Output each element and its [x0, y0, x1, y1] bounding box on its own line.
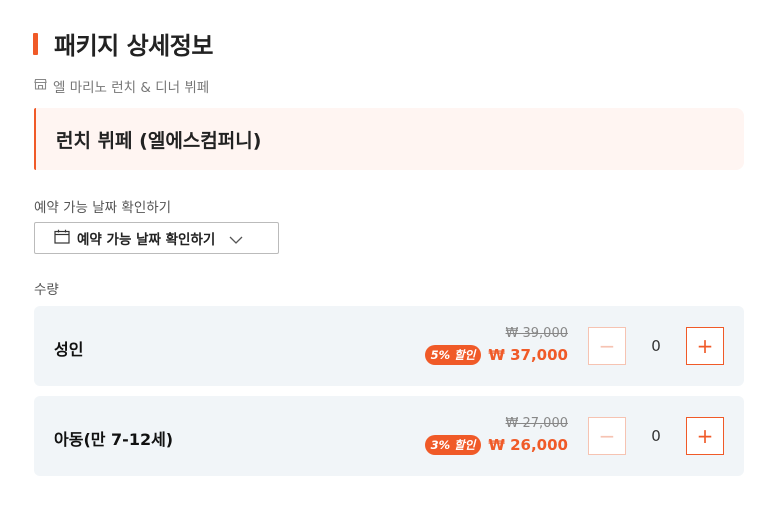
date-button-label: 예약 가능 날짜 확인하기: [77, 232, 216, 248]
price-block: ₩ 39,000 5% 할인 ₩ 37,000: [424, 326, 568, 365]
title-accent-bar: [33, 32, 38, 55]
sale-line: 3% 할인 ₩ 26,000: [424, 435, 568, 455]
decrease-adult-button[interactable]: −: [588, 327, 626, 365]
adult-quantity-value: 0: [651, 337, 661, 355]
increase-child-button[interactable]: +: [686, 417, 724, 455]
sale-line: 5% 할인 ₩ 37,000: [424, 345, 568, 365]
store-info: 엘 마리노 런치 & 디너 뷔페: [34, 76, 209, 96]
calendar-icon: [54, 229, 70, 248]
store-name: 엘 마리노 런치 & 디너 뷔페: [53, 80, 210, 96]
ticket-row-child: 아동(만 7-12세) ₩ 27,000 3% 할인 ₩ 26,000 − 0 …: [34, 396, 744, 476]
selected-product-box: 런치 뷔페 (엘에스컴퍼니): [34, 108, 744, 170]
chevron-down-icon: [229, 229, 243, 248]
page-title: 패키지 상세정보: [54, 32, 213, 60]
sale-price: ₩ 26,000: [488, 436, 568, 454]
discount-badge: 5% 할인: [424, 345, 482, 365]
product-name: 런치 뷔페 (엘에스컴퍼니): [56, 129, 262, 152]
original-price: ₩ 27,000: [505, 416, 568, 431]
discount-badge: 3% 할인: [424, 435, 482, 455]
store-icon: [34, 78, 53, 94]
original-price: ₩ 39,000: [505, 326, 568, 341]
price-block: ₩ 27,000 3% 할인 ₩ 26,000: [424, 416, 568, 455]
quantity-section-label: 수량: [34, 282, 59, 298]
increase-adult-button[interactable]: +: [686, 327, 724, 365]
ticket-row-adult: 성인 ₩ 39,000 5% 할인 ₩ 37,000 − 0 +: [34, 306, 744, 386]
date-section-label: 예약 가능 날짜 확인하기: [34, 200, 172, 216]
page-header: 패키지 상세정보: [33, 26, 213, 61]
check-available-dates-button[interactable]: 예약 가능 날짜 확인하기: [34, 222, 279, 254]
decrease-child-button[interactable]: −: [588, 417, 626, 455]
child-quantity-value: 0: [651, 427, 661, 445]
ticket-name: 아동(만 7-12세): [54, 430, 174, 449]
ticket-name: 성인: [54, 340, 84, 359]
sale-price: ₩ 37,000: [488, 346, 568, 364]
